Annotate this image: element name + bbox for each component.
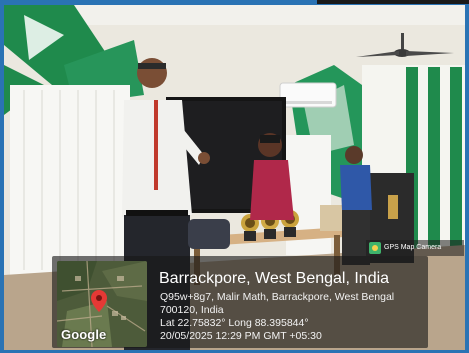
google-logo-text: Google bbox=[61, 327, 107, 342]
coordinates-text: Lat 22.75832° Long 88.395844° bbox=[160, 317, 309, 329]
location-title: Barrackpore, West Bengal, India bbox=[159, 270, 390, 287]
map-pin-icon bbox=[91, 290, 107, 312]
datetime-text: 20/05/2025 12:29 PM GMT +05:30 bbox=[160, 330, 322, 342]
photo-frame: GPS Map Camera Google Barrackpore, West … bbox=[0, 0, 469, 353]
corner-strip bbox=[317, 0, 469, 4]
address-line-1: Q95w+8g7, Malir Math, Barrackpore, West … bbox=[160, 291, 395, 303]
gps-map-camera-icon bbox=[369, 242, 381, 254]
gps-camera-label: GPS Map Camera bbox=[384, 244, 442, 251]
address-line-2: 700120, India bbox=[160, 304, 224, 316]
